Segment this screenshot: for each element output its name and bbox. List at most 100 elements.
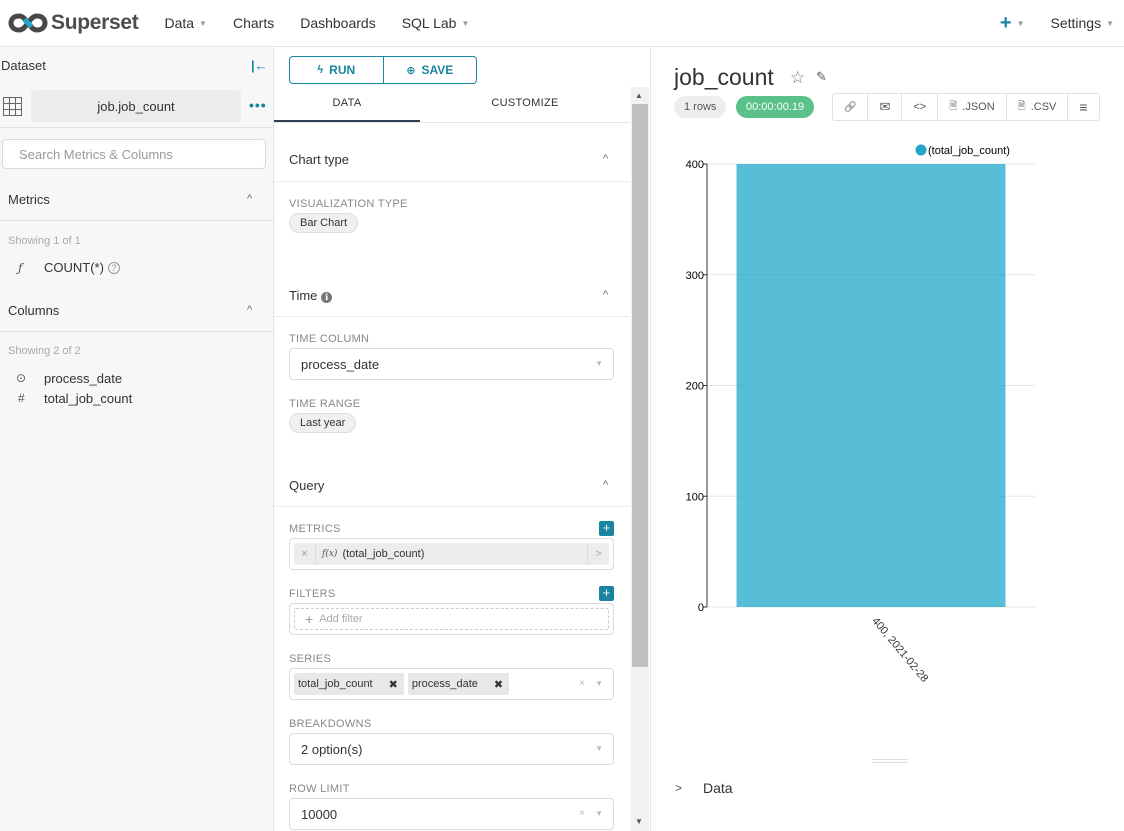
y-tick-label: 0 <box>698 602 704 614</box>
file-icon: 🗎 <box>949 100 958 112</box>
divider <box>0 220 274 221</box>
file-icon: 🗎 <box>1017 100 1026 112</box>
caret-down-icon: ▼ <box>199 18 207 28</box>
dataset-name[interactable]: job.job_count <box>31 90 241 122</box>
export-json-button[interactable]: 🗎 .JSON <box>937 94 1005 120</box>
caret-down-icon: ▼ <box>461 18 470 28</box>
chevron-up-icon[interactable]: ^ <box>603 479 608 491</box>
resize-handle[interactable] <box>872 759 908 763</box>
row-count-badge: 1 rows <box>674 96 727 118</box>
remove-metric-icon[interactable]: × <box>294 543 316 565</box>
nav-data[interactable]: Data ▼ <box>164 15 207 31</box>
series-tag-label: process_date <box>411 678 478 690</box>
query-section-title[interactable]: Query <box>289 478 324 493</box>
nav-dashboards[interactable]: Dashboards <box>300 15 376 31</box>
viz-type-label: VISUALIZATION TYPE <box>289 198 408 210</box>
chevron-up-icon[interactable]: ^ <box>603 289 608 301</box>
clear-icon[interactable]: × <box>579 808 585 819</box>
row-limit-select[interactable]: 10000 × ▼ <box>289 798 614 830</box>
y-tick-label: 100 <box>686 491 704 503</box>
time-column-value: process_date <box>301 356 380 372</box>
nav-data-label: Data <box>164 15 195 31</box>
settings-menu[interactable]: Settings ▼ <box>1050 15 1114 31</box>
save-button[interactable]: ⊕ SAVE <box>382 57 477 83</box>
metrics-count: Showing 1 of 1 <box>8 235 81 247</box>
search-metrics-columns-input[interactable] <box>2 139 266 169</box>
scrollbar-thumb[interactable] <box>632 104 648 667</box>
remove-tag-icon[interactable]: ✖ <box>389 678 398 691</box>
tab-data[interactable]: DATA <box>274 91 420 122</box>
column-item[interactable]: total_job_count <box>44 391 132 406</box>
add-filter-label: Add filter <box>319 613 363 625</box>
metric-chip[interactable]: × f(x) (total_job_count) > <box>294 543 609 565</box>
time-range-selector[interactable]: Last year <box>289 413 357 433</box>
series-tag: process_date ✖ <box>407 673 510 695</box>
export-csv-button[interactable]: 🗎 .CSV <box>1005 94 1068 120</box>
plus-icon: + <box>999 11 1012 34</box>
clock-icon: ⊙ <box>16 371 27 385</box>
csv-label: .CSV <box>1030 101 1057 113</box>
viz-type-selector[interactable]: Bar Chart <box>289 213 359 233</box>
run-button[interactable]: ϟ RUN <box>290 57 383 83</box>
chevron-up-icon[interactable]: ^ <box>603 153 608 165</box>
series-select[interactable]: total_job_count ✖ process_date ✖ × ▼ <box>289 668 614 700</box>
superset-logo[interactable]: Superset <box>8 0 139 47</box>
metrics-section-title[interactable]: Metrics <box>8 192 50 207</box>
run-save-group: ϟ RUN ⊕ SAVE <box>289 56 477 84</box>
columns-section-title[interactable]: Columns <box>8 303 59 318</box>
chevron-up-icon[interactable]: ^ <box>247 193 252 205</box>
dataset-panel: Dataset |← job.job_count ••• Metrics ^ S… <box>0 47 274 831</box>
nav-charts[interactable]: Charts <box>233 15 274 31</box>
chart-type-section-title[interactable]: Chart type <box>289 152 349 167</box>
star-icon[interactable]: ☆ <box>790 68 805 88</box>
numeric-hash-icon: # <box>18 391 25 405</box>
function-icon: ƒ <box>18 261 23 275</box>
chart-title[interactable]: job_count <box>674 64 774 91</box>
divider <box>0 127 274 128</box>
plus-circle-icon: ⊕ <box>406 64 416 77</box>
data-section-toggle[interactable]: > Data <box>675 780 733 796</box>
nav-sql-lab-label: SQL Lab <box>401 15 457 31</box>
filters-control: + Add filter <box>289 603 614 635</box>
nav-dashboards-label: Dashboards <box>300 15 376 31</box>
edit-icon[interactable]: ✎ <box>816 69 827 85</box>
copy-link-button[interactable]: 🔗 <box>833 94 867 120</box>
time-section-title[interactable]: Time ℹ <box>289 288 333 303</box>
infinity-logo-icon <box>8 13 48 33</box>
scroll-down-icon[interactable]: ▼ <box>635 817 643 826</box>
info-icon[interactable]: ℹ <box>321 292 333 303</box>
help-icon[interactable]: ? <box>107 262 120 274</box>
metrics-control: × f(x) (total_job_count) > <box>289 538 614 570</box>
metric-item[interactable]: COUNT(*)? <box>44 260 120 275</box>
more-menu-button[interactable]: ≡ <box>1067 94 1098 120</box>
email-button[interactable]: ✉ <box>867 94 901 120</box>
row-limit-label: ROW LIMIT <box>289 783 350 795</box>
collapse-panel-icon[interactable]: |← <box>251 58 268 73</box>
nav-sql-lab[interactable]: SQL Lab ▼ <box>402 15 470 31</box>
divider <box>274 506 630 507</box>
tab-customize[interactable]: CUSTOMIZE <box>420 91 630 122</box>
plus-icon: + <box>305 611 314 627</box>
dataset-label: Dataset <box>1 58 46 73</box>
scroll-up-icon[interactable]: ▲ <box>635 91 643 100</box>
run-label: RUN <box>329 63 356 77</box>
add-filter-button[interactable]: + <box>599 586 614 601</box>
breakdowns-select[interactable]: 2 option(s) ▼ <box>289 733 614 765</box>
embed-button[interactable]: <> <box>901 94 937 120</box>
chevron-right-icon[interactable]: > <box>587 543 609 565</box>
divider <box>274 181 630 182</box>
time-column-select[interactable]: process_date ▼ <box>289 348 614 380</box>
clear-icon[interactable]: × <box>579 678 585 689</box>
column-item[interactable]: process_date <box>44 371 122 386</box>
more-options-icon[interactable]: ••• <box>249 97 267 113</box>
add-filter-dropzone[interactable]: + Add filter <box>294 608 609 630</box>
chevron-up-icon[interactable]: ^ <box>247 304 252 316</box>
json-label: .JSON <box>962 101 995 113</box>
scrollbar[interactable]: ▲ ▼ <box>631 87 649 831</box>
remove-tag-icon[interactable]: ✖ <box>494 678 503 691</box>
divider <box>0 331 274 332</box>
add-metric-button[interactable]: + <box>599 521 614 536</box>
y-tick-label: 300 <box>686 270 704 282</box>
breakdowns-value: 2 option(s) <box>301 741 363 757</box>
new-item-menu[interactable]: + ▼ <box>1000 12 1025 35</box>
